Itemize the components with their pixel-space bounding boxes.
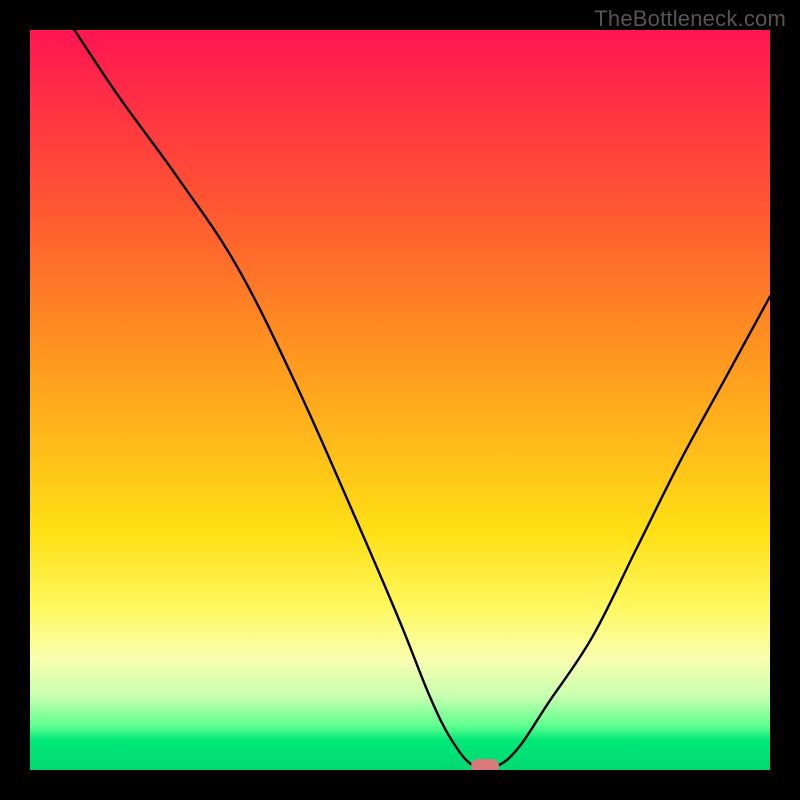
bottleneck-curve [30, 30, 770, 770]
watermark-text: TheBottleneck.com [594, 6, 786, 32]
curve-path [74, 30, 770, 769]
chart-frame: TheBottleneck.com [0, 0, 800, 800]
plot-area [30, 30, 770, 770]
optimal-point-marker [471, 759, 499, 770]
